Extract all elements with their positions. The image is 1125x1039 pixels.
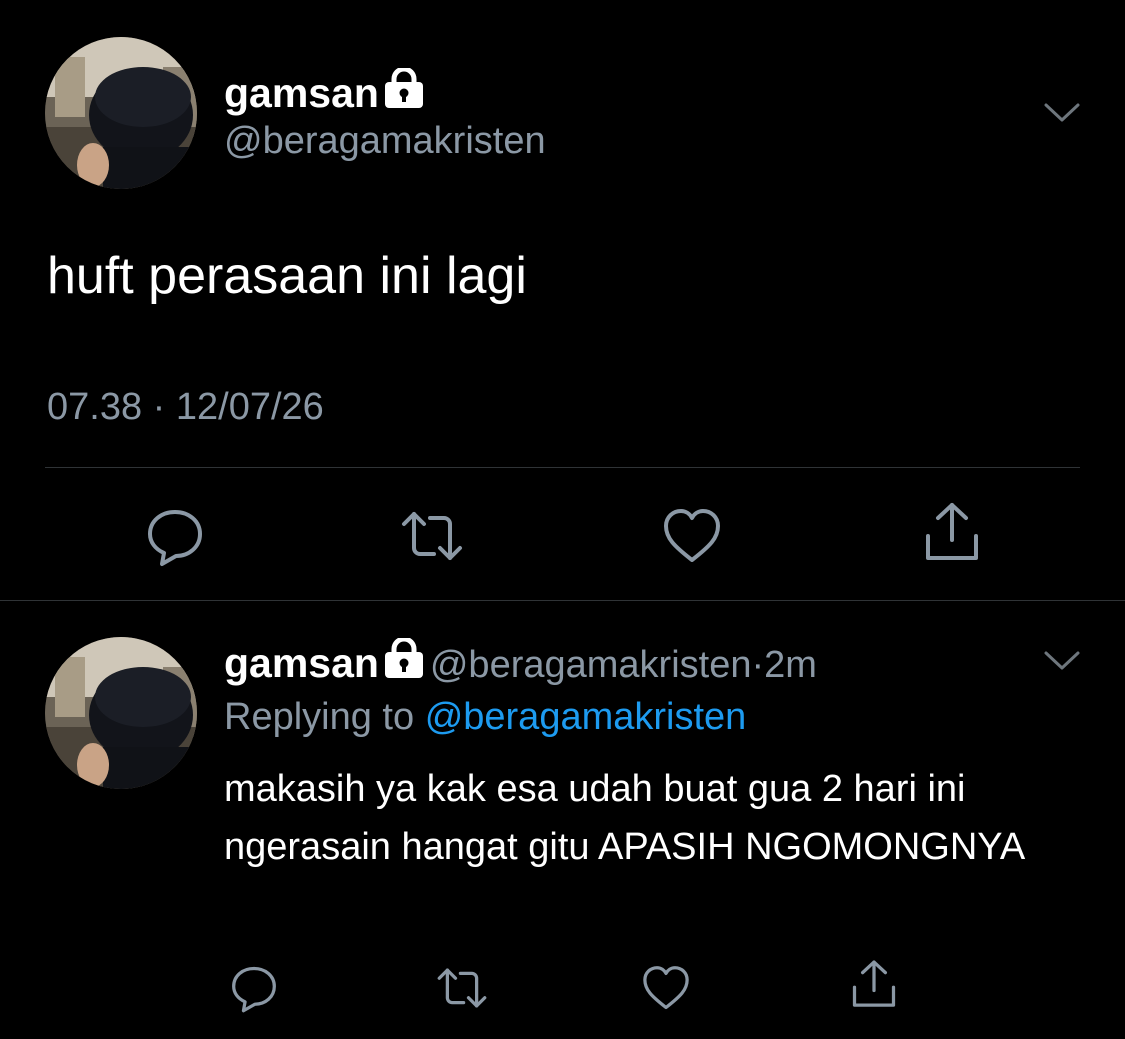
tweet-date[interactable]: 12/07/26 — [176, 386, 324, 428]
avatar[interactable] — [45, 37, 197, 189]
reply-icon[interactable] — [228, 962, 280, 1014]
display-name[interactable]: gamsan — [224, 640, 379, 686]
display-name[interactable]: gamsan — [224, 70, 379, 116]
lock-icon — [383, 638, 425, 680]
tweet-text: huft perasaan ini lagi — [47, 247, 527, 305]
thread-divider — [0, 600, 1125, 601]
like-icon[interactable] — [660, 504, 724, 568]
replying-to: Replying to @beragamakristen — [224, 698, 746, 736]
timestamp-separator: · — [152, 386, 166, 428]
chevron-down-icon[interactable] — [1042, 640, 1082, 680]
share-icon[interactable] — [920, 500, 984, 564]
retweet-icon[interactable] — [400, 504, 464, 568]
divider — [45, 467, 1080, 468]
like-icon[interactable] — [640, 962, 692, 1014]
share-icon[interactable] — [848, 958, 900, 1010]
handle[interactable]: @beragamakristen — [430, 644, 752, 686]
handle[interactable]: @beragamakristen — [224, 122, 546, 160]
avatar-photo — [45, 637, 197, 789]
lock-icon — [383, 68, 425, 110]
reply-text: makasih ya kak esa udah buat gua 2 hari … — [224, 768, 1026, 868]
tweet-time[interactable]: 07.38 — [47, 386, 142, 428]
meta-separator: · — [751, 644, 765, 686]
replying-to-mention[interactable]: @beragamakristen — [425, 696, 747, 738]
avatar[interactable] — [45, 637, 197, 789]
avatar-photo — [45, 37, 197, 189]
relative-time[interactable]: 2m — [764, 644, 817, 686]
replying-to-label: Replying to — [224, 696, 415, 738]
chevron-down-icon[interactable] — [1042, 92, 1082, 132]
retweet-icon[interactable] — [436, 962, 488, 1014]
tweet-timestamp: 07.38 · 12/07/26 — [47, 388, 324, 426]
reply-icon[interactable] — [143, 504, 207, 568]
